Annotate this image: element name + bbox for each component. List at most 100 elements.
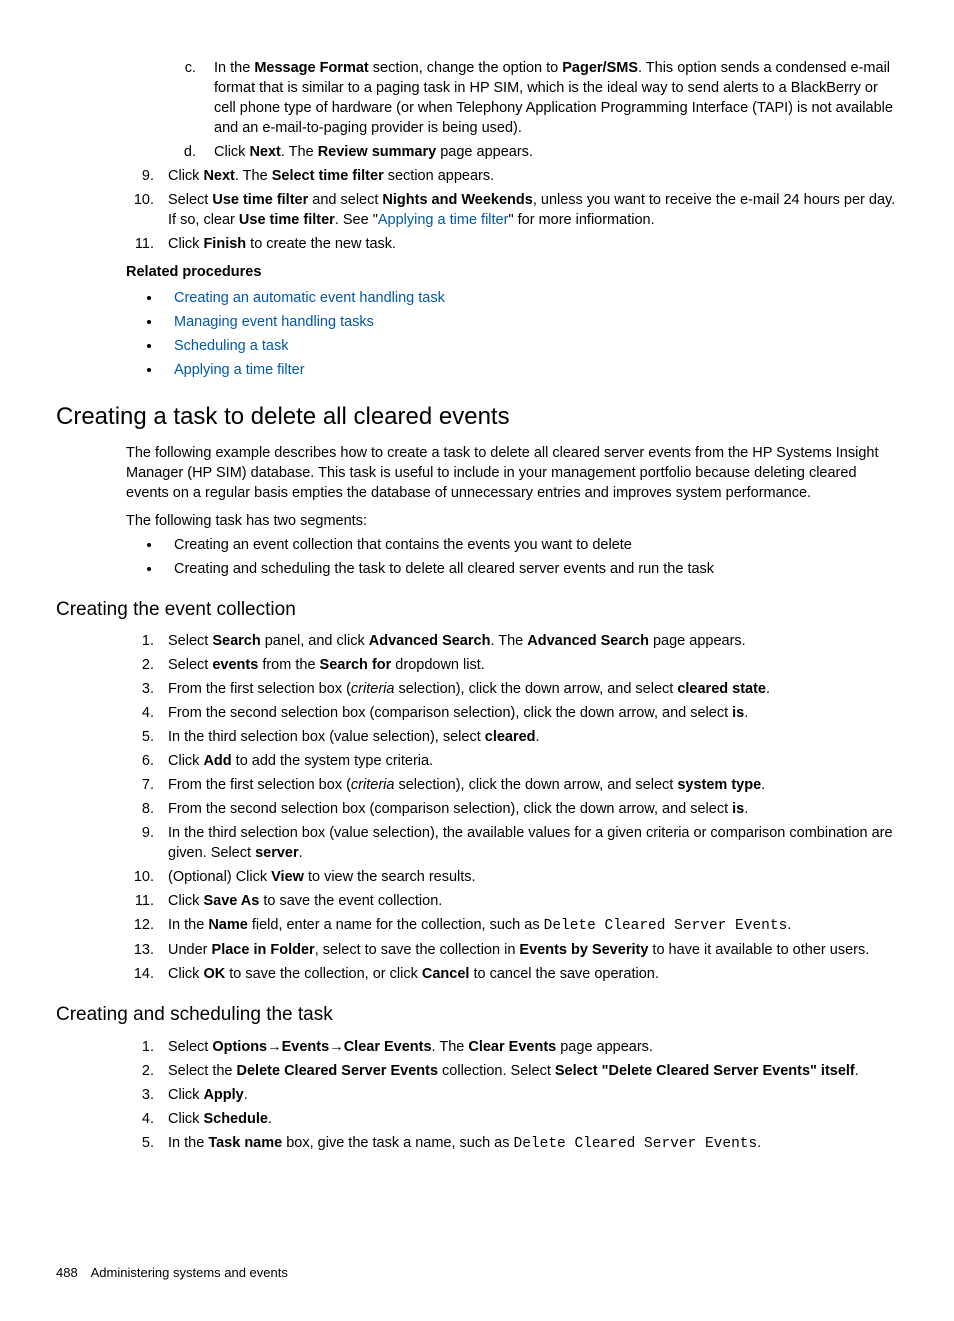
related-link[interactable]: Scheduling a task: [174, 338, 288, 354]
text: is: [732, 705, 744, 721]
text: Advanced Search: [369, 633, 491, 649]
text: to view the search results.: [304, 869, 476, 885]
step-item: Under Place in Folder, select to save th…: [158, 940, 898, 960]
segment-item: Creating and scheduling the task to dele…: [162, 559, 898, 579]
text: .: [744, 801, 748, 817]
text: Pager/SMS: [562, 60, 638, 76]
text: system type: [677, 777, 761, 793]
text: Select time filter: [272, 168, 384, 184]
related-procedures-list: Creating an automatic event handling tas…: [126, 288, 898, 380]
step-item: In the Task name box, give the task a na…: [158, 1133, 898, 1154]
text: Select the: [168, 1063, 237, 1079]
text: to add the system type criteria.: [232, 753, 433, 769]
text: .: [787, 917, 791, 933]
step-item: From the second selection box (compariso…: [158, 703, 898, 723]
text: Select: [168, 1039, 212, 1055]
text: Click: [168, 753, 203, 769]
text: to create the new task.: [246, 236, 396, 252]
text: From the first selection box (: [168, 681, 351, 697]
text: section, change the option to: [369, 60, 562, 76]
text: .: [268, 1111, 272, 1127]
text: Click: [168, 966, 203, 982]
text: .: [244, 1087, 248, 1103]
text: page appears.: [436, 144, 533, 160]
link[interactable]: Applying a time filter: [378, 212, 509, 228]
numeric-item: Click Finish to create the new task.: [158, 234, 898, 254]
text: selection), click the down arrow, and se…: [394, 777, 677, 793]
text: from the: [258, 657, 319, 673]
text: In the third selection box (value select…: [168, 729, 485, 745]
footer-title: Administering systems and events: [91, 1265, 288, 1280]
text: Task name: [208, 1135, 282, 1151]
text: Click: [168, 236, 203, 252]
text: page appears.: [649, 633, 746, 649]
text: Under: [168, 942, 212, 958]
step-item: Click Schedule.: [158, 1109, 898, 1129]
text: selection), click the down arrow, and se…: [394, 681, 677, 697]
related-link[interactable]: Applying a time filter: [174, 362, 305, 378]
text: Select: [168, 192, 212, 208]
step-item: Click Add to add the system type criteri…: [158, 751, 898, 771]
step-item: In the Name field, enter a name for the …: [158, 915, 898, 936]
text: Message Format: [254, 60, 368, 76]
top-numeric-list: Click Next. The Select time filter secti…: [126, 166, 898, 254]
text: Use time filter: [239, 212, 335, 228]
text: Cancel: [422, 966, 470, 982]
text: .: [761, 777, 765, 793]
text: Schedule: [203, 1111, 267, 1127]
text: to cancel the save operation.: [469, 966, 658, 982]
text: Next: [203, 168, 234, 184]
numeric-item: Select Use time filter and select Nights…: [158, 190, 898, 230]
text: Events: [282, 1039, 330, 1055]
text: . The: [432, 1039, 469, 1055]
text: Select "Delete Cleared Server Events" it…: [555, 1063, 855, 1079]
segment-item: Creating an event collection that contai…: [162, 535, 898, 555]
alpha-list-container: In the Message Format section, change th…: [164, 58, 898, 162]
related-item: Applying a time filter: [162, 360, 898, 380]
text: and select: [308, 192, 382, 208]
text: " for more infiormation.: [508, 212, 654, 228]
text: .: [536, 729, 540, 745]
section2-para2: The following task has two segments:: [126, 511, 898, 531]
text: Nights and Weekends: [382, 192, 532, 208]
related-item: Creating an automatic event handling tas…: [162, 288, 898, 308]
text: Review summary: [318, 144, 436, 160]
text: Select: [168, 657, 212, 673]
text: field, enter a name for the collection, …: [248, 917, 544, 933]
text: Use time filter: [212, 192, 308, 208]
alpha-item: In the Message Format section, change th…: [200, 58, 898, 138]
step-item: Click Apply.: [158, 1085, 898, 1105]
text: Delete Cleared Server Events: [544, 918, 788, 934]
text: panel, and click: [261, 633, 369, 649]
text: Finish: [203, 236, 246, 252]
heading-create-delete-task: Creating a task to delete all cleared ev…: [56, 400, 898, 433]
text: events: [212, 657, 258, 673]
step-item: From the first selection box (criteria s…: [158, 775, 898, 795]
text: Search for: [320, 657, 392, 673]
text: is: [732, 801, 744, 817]
step-item: From the second selection box (compariso…: [158, 799, 898, 819]
text: cleared state: [677, 681, 766, 697]
text: , select to save the collection in: [315, 942, 520, 958]
text: OK: [203, 966, 225, 982]
step-item: Select events from the Search for dropdo…: [158, 655, 898, 675]
related-link[interactable]: Creating an automatic event handling tas…: [174, 290, 445, 306]
text: .: [757, 1135, 761, 1151]
text: Add: [203, 753, 231, 769]
text: In the: [214, 60, 254, 76]
alpha-list: In the Message Format section, change th…: [164, 58, 898, 162]
text: Click: [168, 893, 203, 909]
text: Click: [168, 168, 203, 184]
text: page appears.: [556, 1039, 653, 1055]
step-item: Select the Delete Cleared Server Events …: [158, 1061, 898, 1081]
text: In the: [168, 1135, 208, 1151]
section3-body: Select Search panel, and click Advanced …: [126, 631, 898, 984]
related-link[interactable]: Managing event handling tasks: [174, 314, 374, 330]
text: .: [299, 845, 303, 861]
related-item: Managing event handling tasks: [162, 312, 898, 332]
step-item: From the first selection box (criteria s…: [158, 679, 898, 699]
text: Delete Cleared Server Events: [514, 1136, 758, 1152]
text: Advanced Search: [527, 633, 649, 649]
related-item: Scheduling a task: [162, 336, 898, 356]
text: View: [271, 869, 304, 885]
